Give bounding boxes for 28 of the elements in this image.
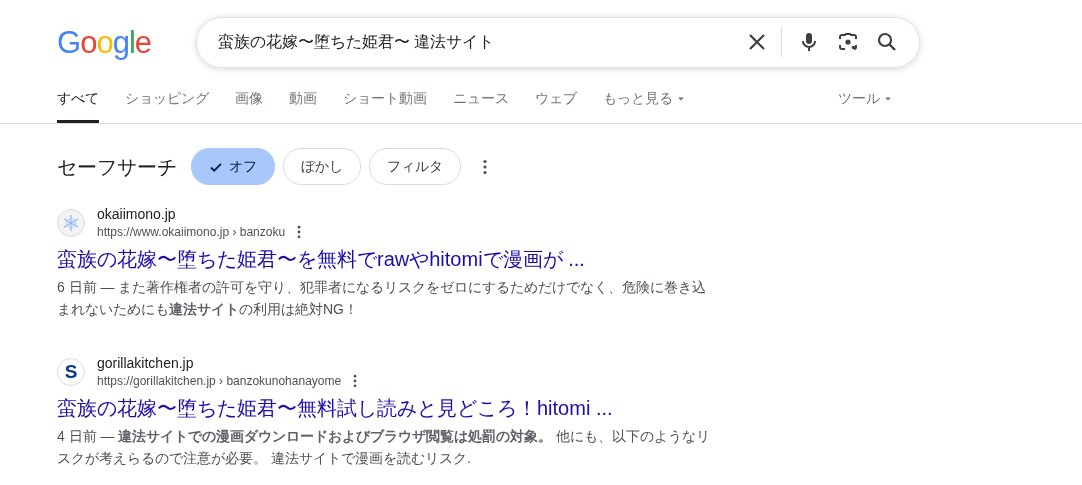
result-title-link[interactable]: 蛮族の花嫁〜堕ちた姫君〜を無料でrawやhitomiで漫画が ...: [57, 246, 585, 272]
result-url[interactable]: https://gorillakitchen.jp › banzokunohanayome: [97, 372, 342, 390]
snowflake-icon: [61, 213, 81, 233]
nav-tab[interactable]: ニュース: [453, 88, 509, 123]
nav-tab[interactable]: もっと見る: [603, 88, 685, 123]
more-options-icon[interactable]: [353, 374, 358, 388]
nav-tab[interactable]: 動画: [289, 88, 317, 123]
safesearch-chip[interactable]: フィルタ: [369, 148, 461, 185]
site-favicon: S: [57, 358, 85, 386]
site-name[interactable]: gorillakitchen.jp: [97, 354, 358, 372]
site-name[interactable]: okaiimono.jp: [97, 205, 302, 223]
nav-tab[interactable]: 画像: [235, 88, 263, 123]
nav-tab[interactable]: ショッピング: [125, 88, 209, 123]
tools-menu[interactable]: ツール: [838, 88, 892, 123]
google-logo[interactable]: Google: [57, 26, 151, 58]
result-snippet: 6 日前 — また著作権者の許可を守り、犯罪者になるリスクをゼロにするためだけでなく、危険に巻き込まれないためにも違法サイトの利用は絶対NG！: [57, 278, 708, 319]
nav-tab[interactable]: ショート動画: [343, 88, 427, 123]
nav-tab[interactable]: すべて: [57, 88, 99, 123]
more-options-icon[interactable]: [483, 158, 487, 175]
more-options-icon[interactable]: [297, 225, 302, 239]
safesearch-label: セーフサーチ: [57, 154, 177, 180]
nav-tab[interactable]: ウェブ: [535, 88, 577, 123]
result-url[interactable]: https://www.okaiimono.jp › banzoku: [97, 223, 286, 241]
search-query[interactable]: 蛮族の花嫁〜堕ちた姫君〜 違法サイト: [218, 30, 730, 54]
result-title-link[interactable]: 蛮族の花嫁〜堕ちた姫君〜無料試し読みと見どころ！hitomi ...: [57, 395, 613, 421]
safesearch-chip[interactable]: オフ: [191, 148, 275, 185]
result-snippet: 4 日前 — 違法サイトでの漫画ダウンロードおよびブラウザ閲覧は処罰の対象。 他にも、以下のようなリスクが考えらるので注意が必要。 違法サイトで漫画を読むリスク.: [57, 427, 712, 468]
safesearch-chip[interactable]: ぼかし: [283, 148, 361, 185]
